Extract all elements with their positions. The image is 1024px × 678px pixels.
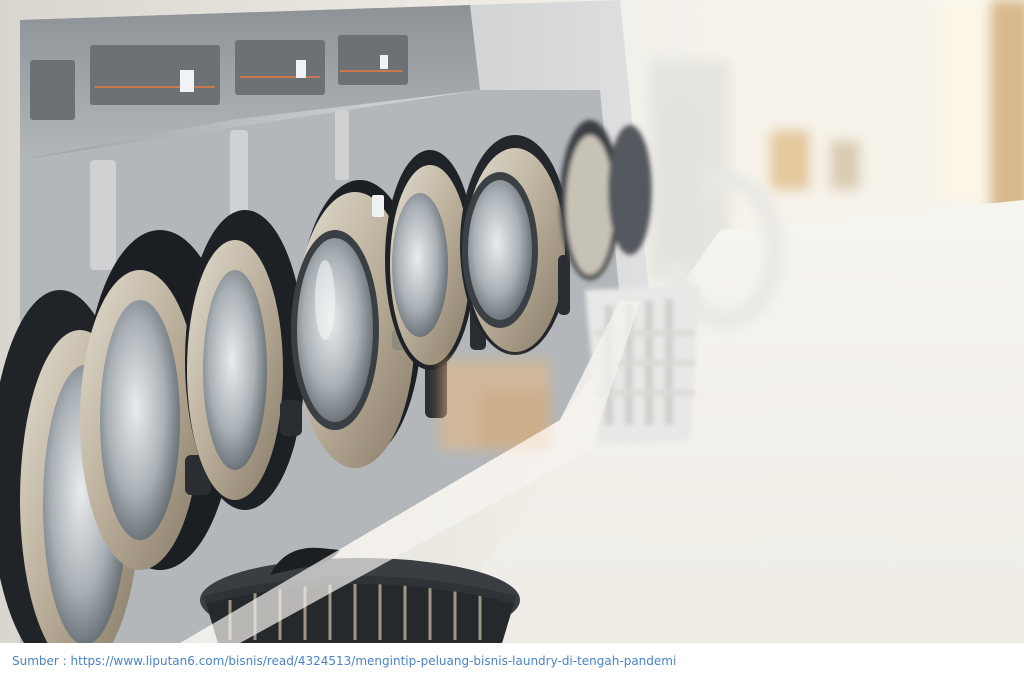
- laundromat-photo: [0, 0, 1024, 643]
- washer-door-3: [185, 210, 305, 510]
- washer-door-6: [460, 135, 570, 355]
- source-caption: Sumber : https://www.liputan6.com/bisnis…: [12, 654, 677, 668]
